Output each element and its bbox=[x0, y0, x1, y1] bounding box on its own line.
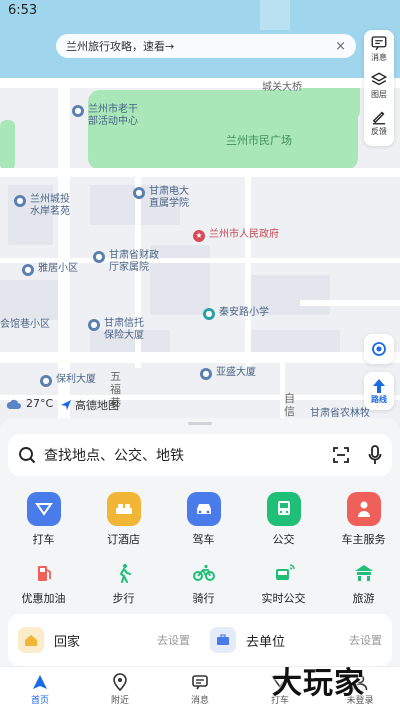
cloud-icon bbox=[6, 399, 22, 409]
search-icon bbox=[19, 447, 36, 464]
nav-nearby[interactable]: 附近 bbox=[80, 667, 160, 711]
place-work[interactable]: 去单位 去设置 bbox=[200, 627, 392, 653]
service-grid: 打车 订酒店 驾车 公交 车主服务 优惠加油 步行 骑行 实时公交 旅游 bbox=[0, 492, 400, 606]
service-owner[interactable]: 车主服务 bbox=[327, 492, 400, 547]
search-bar[interactable]: 查找地点、公交、地铁 bbox=[8, 434, 392, 476]
service-taxi[interactable]: 打车 bbox=[7, 492, 80, 547]
taxi-icon bbox=[26, 492, 61, 526]
message-button[interactable]: 消息 bbox=[370, 34, 388, 71]
search-placeholder[interactable]: 查找地点、公交、地铁 bbox=[44, 445, 184, 465]
amap-logo: 高德地图 bbox=[60, 397, 119, 413]
star-marker-icon: ★ bbox=[193, 230, 205, 242]
poi-chengjian[interactable]: ● 兰州城投 水岸茗苑 bbox=[14, 194, 70, 218]
street-label: 城关大桥 bbox=[262, 82, 302, 93]
travel-icon bbox=[350, 561, 378, 585]
banner-text: 兰州旅行攻略，速看→ bbox=[66, 40, 175, 53]
poi-yasheng[interactable]: ● 亚盛大厦 bbox=[200, 367, 256, 380]
route-button[interactable]: 路线 bbox=[364, 372, 394, 410]
poi-xintuo[interactable]: ● 甘肃信托 保险大厦 bbox=[88, 318, 144, 342]
school-icon: ● bbox=[203, 308, 215, 320]
hotel-icon bbox=[106, 492, 141, 526]
map-view[interactable]: 6:53 ● 兰州市老干 部活动中心 ● 兰州城投 水岸茗苑 ● 甘肃电大 直属… bbox=[0, 0, 400, 440]
pen-icon bbox=[372, 111, 385, 125]
walk-icon bbox=[110, 561, 138, 585]
poi-dianda[interactable]: ● 甘肃电大 直属学院 bbox=[133, 186, 189, 210]
poi-baoli[interactable]: ● 保利大厦 bbox=[40, 374, 96, 387]
car-icon bbox=[186, 492, 221, 526]
owner-icon bbox=[346, 492, 381, 526]
amap-logo-icon bbox=[61, 400, 71, 410]
map-tool-panel: 消息 图层 反馈 bbox=[364, 30, 394, 146]
poi-marker-icon: ● bbox=[88, 319, 100, 331]
locate-icon bbox=[372, 342, 386, 356]
nav-messages[interactable]: 消息 bbox=[160, 667, 240, 711]
realtime-bus-icon bbox=[270, 561, 298, 585]
watermark: 大玩家 bbox=[272, 666, 365, 701]
service-bus[interactable]: 公交 bbox=[247, 492, 320, 547]
message-icon bbox=[371, 36, 387, 51]
poi-government[interactable]: ★ 兰州市人民政府 bbox=[193, 229, 279, 242]
poi-caizheng[interactable]: ● 甘肃省财政 厅家属院 bbox=[93, 250, 159, 274]
place-home[interactable]: 回家 去设置 bbox=[8, 627, 200, 653]
service-realtime-bus[interactable]: 实时公交 bbox=[247, 561, 320, 606]
home-icon bbox=[18, 627, 44, 653]
briefcase-icon bbox=[210, 627, 236, 653]
service-bike[interactable]: 骑行 bbox=[167, 561, 240, 606]
bus-icon bbox=[266, 492, 301, 526]
service-drive[interactable]: 驾车 bbox=[167, 492, 240, 547]
poi-yaju[interactable]: ● 雅居小区 bbox=[22, 263, 78, 276]
service-hotel[interactable]: 订酒店 bbox=[87, 492, 160, 547]
layers-button[interactable]: 图层 bbox=[370, 71, 388, 108]
scan-icon[interactable] bbox=[332, 446, 350, 464]
travel-banner[interactable]: 兰州旅行攻略，速看→ × bbox=[56, 34, 356, 58]
route-arrow-icon bbox=[373, 378, 385, 393]
locate-button[interactable] bbox=[364, 334, 394, 364]
sheet-handle[interactable] bbox=[188, 422, 212, 425]
poi-huiguan[interactable]: 会馆巷小区 bbox=[0, 319, 50, 331]
poi-marker-icon: ● bbox=[14, 195, 26, 207]
message-icon bbox=[192, 674, 208, 689]
poi-marker-icon: ● bbox=[72, 105, 84, 117]
poi-marker-icon: ● bbox=[22, 264, 34, 276]
poi-laogan[interactable]: ● 兰州市老干 部活动中心 bbox=[72, 104, 138, 128]
layers-icon bbox=[370, 72, 388, 86]
poi-marker-icon: ● bbox=[93, 251, 105, 263]
feedback-button[interactable]: 反馈 bbox=[370, 108, 388, 145]
close-icon[interactable]: × bbox=[335, 39, 346, 54]
service-walk[interactable]: 步行 bbox=[87, 561, 160, 606]
poi-marker-icon: ● bbox=[200, 368, 212, 380]
location-icon bbox=[113, 672, 127, 691]
status-time: 6:53 bbox=[8, 3, 38, 18]
square-label: 兰州市民广场 bbox=[226, 134, 292, 147]
bike-icon bbox=[190, 561, 218, 585]
poi-marker-icon: ● bbox=[40, 375, 52, 387]
service-fuel[interactable]: 优惠加油 bbox=[7, 561, 80, 606]
microphone-icon[interactable] bbox=[368, 445, 382, 465]
service-travel[interactable]: 旅游 bbox=[327, 561, 400, 606]
poi-qinan[interactable]: ● 秦安路小学 bbox=[203, 307, 269, 320]
fuel-icon bbox=[30, 561, 58, 585]
poi-marker-icon: ● bbox=[133, 187, 145, 199]
home-nav-icon bbox=[33, 674, 47, 689]
nav-home[interactable]: 首页 bbox=[0, 667, 80, 711]
weather-widget[interactable]: 27°C bbox=[6, 397, 53, 410]
